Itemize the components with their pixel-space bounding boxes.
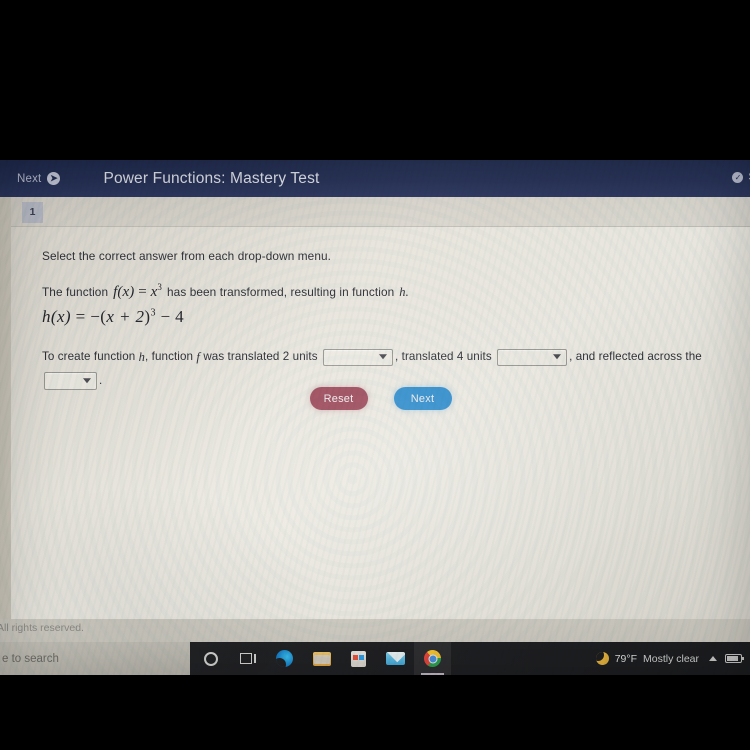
windows-taskbar: e to search 79°F Mostly clear — [0, 642, 750, 675]
chevron-down-icon — [83, 378, 91, 384]
chrome-glyph — [424, 650, 441, 667]
task-view-icon[interactable] — [229, 642, 266, 675]
weather-temperature: 79°F — [614, 652, 637, 665]
sentence-part-2: , function — [145, 350, 194, 363]
h-lhs: h(x) — [42, 307, 71, 326]
battery-icon[interactable] — [725, 654, 744, 663]
weather-condition: Mostly clear — [642, 652, 699, 665]
translated-2-units-dropdown[interactable] — [322, 348, 393, 366]
task-view-glyph — [239, 652, 256, 665]
circle-arrow-right-icon: ➤ — [47, 172, 61, 185]
h-tail: − 4 — [160, 307, 185, 326]
translated-4-units-dropdown[interactable] — [497, 348, 568, 366]
question-number-strip: 1 — [11, 197, 750, 227]
sentence-period: . — [99, 374, 103, 388]
app-header-bar: Next ➤ Power Functions: Mastery Test ✓ S… — [0, 160, 750, 197]
rights-reserved-text: All rights reserved. — [0, 622, 84, 634]
page-title: Power Functions: Mastery Test — [103, 169, 320, 187]
question-stem: The function f(x) = x3 has been transfor… — [42, 282, 409, 301]
submit-test-button[interactable]: ✓ Sub — [732, 171, 750, 183]
instruction-text: Select the correct answer from each drop… — [42, 249, 332, 263]
question-body: Select the correct answer from each drop… — [11, 227, 750, 619]
function-f-expression: f(x) = x3 — [113, 282, 162, 301]
action-button-row: Reset Next — [11, 387, 750, 410]
photo-of-laptop-screen: Next ➤ Power Functions: Mastery Test ✓ S… — [0, 0, 750, 750]
sentence-part-3: was translated 2 units — [203, 350, 318, 363]
chevron-up-icon[interactable] — [709, 656, 717, 661]
search-placeholder: e to search — [2, 652, 59, 665]
cortana-ring-glyph — [203, 651, 218, 666]
next-button[interactable]: Next — [393, 387, 452, 410]
chrome-icon[interactable] — [414, 642, 451, 675]
chevron-down-icon — [553, 354, 562, 360]
header-next-label: Next — [17, 172, 42, 185]
moon-icon — [595, 652, 609, 665]
screen-region: Next ➤ Power Functions: Mastery Test ✓ S… — [0, 160, 750, 675]
chevron-down-icon — [378, 354, 387, 360]
page-footer: All rights reserved. — [0, 619, 750, 642]
stem-prefix: The function — [42, 285, 109, 299]
microsoft-store-icon[interactable] — [340, 642, 377, 675]
function-h-equation: h(x) = −(x + 2)3 − 4 — [42, 307, 184, 327]
folder-glyph — [312, 651, 331, 666]
h-neg-open: −( — [90, 307, 107, 326]
sentence-part-1: To create function — [42, 350, 136, 363]
f-exponent: 3 — [157, 282, 162, 292]
edge-icon[interactable] — [266, 642, 303, 675]
edge-glyph — [276, 650, 293, 667]
cortana-icon[interactable] — [192, 642, 229, 675]
check-circle-icon: ✓ — [732, 171, 744, 183]
mail-icon[interactable] — [377, 642, 414, 675]
question-card: 1 Select the correct answer from each dr… — [11, 197, 750, 619]
store-glyph — [351, 650, 366, 667]
stem-suffix: has been transformed, resulting in funct… — [167, 285, 395, 299]
h-exponent: 3 — [150, 307, 156, 319]
reset-button[interactable]: Reset — [309, 387, 368, 410]
h-inner: x + 2 — [106, 307, 145, 326]
f-equals: = — [138, 284, 147, 300]
h-equals: = — [75, 307, 86, 326]
mail-glyph — [386, 652, 405, 665]
f-lhs: f(x) — [113, 284, 135, 300]
fill-in-sentence: To create function h, function f was tra… — [42, 345, 732, 393]
header-next-nav[interactable]: Next ➤ — [17, 172, 61, 185]
question-number-badge: 1 — [22, 202, 43, 223]
sentence-part-5: , and reflected across the — [569, 350, 702, 363]
system-tray: 79°F Mostly clear — [595, 642, 744, 675]
stem-function-h: h. — [399, 285, 409, 299]
taskbar-icon-group — [192, 642, 451, 675]
sentence-var-f: f — [196, 350, 200, 364]
weather-widget[interactable]: 79°F Mostly clear — [595, 652, 699, 665]
taskbar-search-input[interactable]: e to search — [0, 642, 190, 675]
sentence-part-4: , translated 4 units — [394, 350, 492, 363]
file-explorer-icon[interactable] — [303, 642, 340, 675]
